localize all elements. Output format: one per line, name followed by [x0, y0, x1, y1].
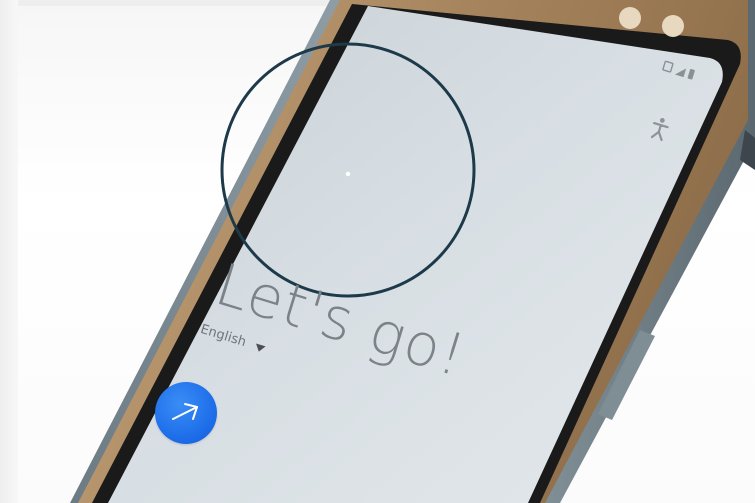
caret-down-icon [253, 343, 266, 354]
arrow-right-icon [172, 403, 198, 420]
photo-stage: Let's go! English [0, 0, 755, 503]
front-camera-dot [619, 7, 641, 29]
phone-photo [70, 0, 755, 503]
front-sensor-dot [662, 15, 684, 37]
tap-point [345, 171, 351, 177]
next-button[interactable] [155, 382, 217, 444]
